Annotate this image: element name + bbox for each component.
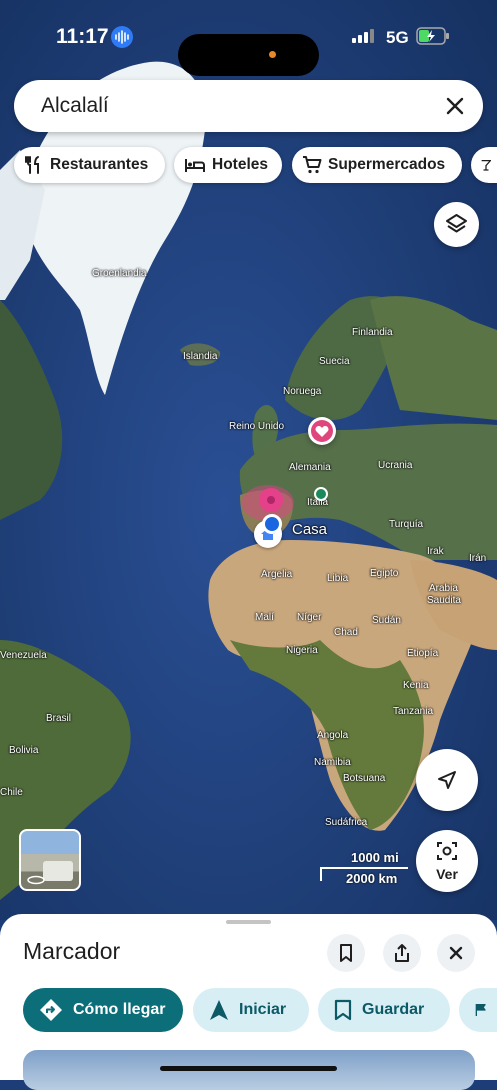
map-label-venezuela: Venezuela <box>0 650 47 661</box>
dynamic-island <box>178 34 319 76</box>
sheet-drag-handle[interactable] <box>226 920 271 924</box>
map-label-turkey: Turquía <box>389 519 424 530</box>
map-label-saudi-1: Arabia <box>429 583 458 594</box>
cart-icon <box>303 156 322 174</box>
cocktail-icon <box>481 160 491 171</box>
map-label-botswana: Botsuana <box>343 773 386 784</box>
map-label-libya: Libia <box>327 573 349 584</box>
map-label-egypt: Egipto <box>370 568 399 579</box>
status-time: 11:17 <box>56 25 109 48</box>
dropped-pin-center <box>267 496 275 504</box>
save-button[interactable]: Guardar <box>318 988 450 1032</box>
directions-label: Cómo llegar <box>73 1001 166 1018</box>
dropped-pin-marker[interactable] <box>259 488 283 512</box>
start-label: Iniciar <box>239 1001 287 1018</box>
map-label-greenland: Groenlandia <box>92 268 147 279</box>
battery-charging-icon <box>416 27 449 45</box>
map-label-tanzania: Tanzania <box>393 706 434 717</box>
scale-km: 2000 km <box>346 871 398 886</box>
map-label-south-africa: Sudáfrica <box>325 817 368 828</box>
map-label-finland: Finlandia <box>352 327 393 338</box>
map-label-saudi-2: Saudita <box>427 595 461 606</box>
navigation-arrow-outline-icon <box>438 771 456 789</box>
map-label-chad: Chad <box>334 627 358 638</box>
close-sheet-button[interactable] <box>437 934 475 972</box>
cellular-signal-icon <box>352 29 374 43</box>
search-query[interactable]: Alcalalí <box>41 94 109 118</box>
map-label-nigeria: Nigeria <box>286 645 318 656</box>
map-label-ukraine: Ucrania <box>378 460 413 471</box>
map-layers-button[interactable] <box>434 202 479 247</box>
map-label-irak: Irak <box>427 546 444 557</box>
close-icon[interactable] <box>441 92 469 120</box>
street-view-thumbnail[interactable] <box>19 829 81 891</box>
map-label-sudan: Sudán <box>372 615 401 626</box>
map-label-norway: Noruega <box>283 386 322 397</box>
scale-tick-left <box>320 867 322 881</box>
map-label-mali: Malí <box>255 612 274 623</box>
view-button[interactable]: Ver <box>416 830 478 892</box>
search-bar[interactable]: Alcalalí <box>14 80 483 132</box>
map-label-iran: Irán <box>469 553 487 564</box>
start-button[interactable]: Iniciar <box>193 988 309 1032</box>
directions-icon <box>40 999 62 1021</box>
status-bar: 11:17 5G <box>0 18 497 76</box>
save-label: Guardar <box>362 1001 425 1018</box>
bed-icon <box>185 159 205 172</box>
home-indicator <box>160 1066 337 1071</box>
place-marker-dot[interactable] <box>314 487 328 501</box>
chip-restaurants-label: Restaurantes <box>50 156 149 173</box>
save-icon-button[interactable] <box>327 934 365 972</box>
street-view-vehicle <box>43 861 73 881</box>
map-label-germany: Alemania <box>289 462 331 473</box>
directions-button[interactable]: Cómo llegar <box>23 988 183 1032</box>
share-icon <box>395 944 409 962</box>
navigation-arrow-icon <box>210 1000 228 1020</box>
layers-icon <box>446 214 467 233</box>
map-label-sweden: Suecia <box>319 356 350 367</box>
favorite-place-pin[interactable] <box>308 417 336 445</box>
close-icon <box>449 946 463 960</box>
map-label-namibia: Namibia <box>314 757 351 768</box>
chip-supermarkets-label: Supermercados <box>328 156 446 173</box>
privacy-indicator-dot <box>269 51 276 58</box>
home-label: Casa <box>292 521 328 538</box>
my-location-button[interactable] <box>416 749 478 811</box>
share-button[interactable] <box>383 934 421 972</box>
network-type: 5G <box>386 28 409 47</box>
sheet-title: Marcador <box>23 938 121 964</box>
scale-miles: 1000 mi <box>351 850 399 865</box>
flag-button[interactable] <box>459 988 497 1032</box>
map-label-uk: Reino Unido <box>229 421 285 432</box>
map-scale: 1000 mi 2000 km <box>320 850 410 890</box>
camera-scan-icon <box>437 842 457 860</box>
bookmark-icon <box>334 999 352 1021</box>
flag-icon <box>475 1004 486 1016</box>
map-label-bolivia: Bolivia <box>9 745 39 756</box>
chip-hotels[interactable]: Hoteles <box>174 147 282 183</box>
map-label-chile: Chile <box>0 787 23 798</box>
map-label-kenya: Kenia <box>403 680 429 691</box>
current-location-dot <box>262 514 282 534</box>
voice-recording-icon <box>111 26 133 48</box>
scale-bar <box>320 867 408 869</box>
map-label-brazil: Brasil <box>46 713 72 724</box>
heart-icon <box>315 426 329 437</box>
map-label-iceland: Islandia <box>183 351 218 362</box>
map-label-algeria: Argelia <box>261 569 293 580</box>
map-label-niger: Níger <box>297 612 322 623</box>
chip-supermarkets[interactable]: Supermercados <box>292 147 462 183</box>
map-label-angola: Angola <box>317 730 349 741</box>
fork-knife-icon <box>25 156 39 174</box>
chip-restaurants[interactable]: Restaurantes <box>14 147 165 183</box>
map-label-ethiopia: Etiopía <box>407 648 439 659</box>
rotate-360-icon <box>27 875 45 885</box>
view-button-label: Ver <box>436 866 458 882</box>
bookmark-outline-icon <box>340 944 352 962</box>
chip-hotels-label: Hoteles <box>212 156 268 173</box>
